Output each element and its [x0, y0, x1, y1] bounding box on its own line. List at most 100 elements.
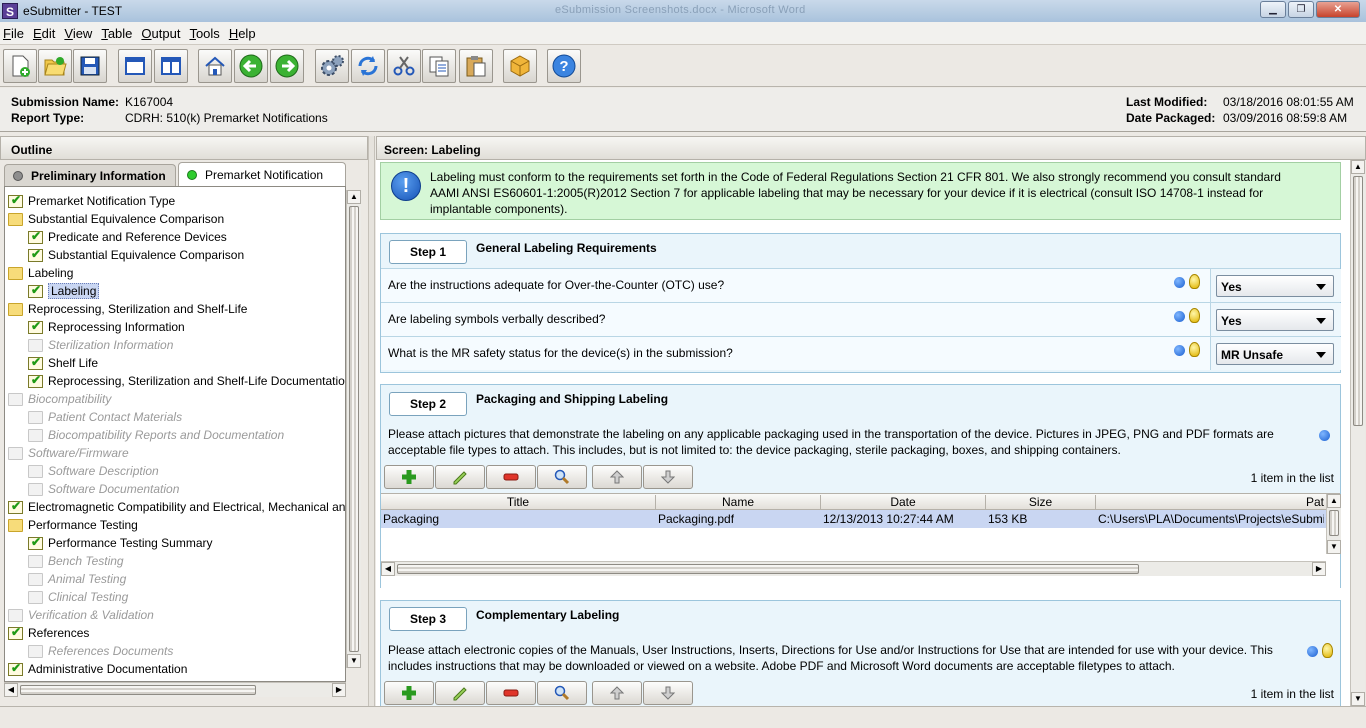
tree-item[interactable]: Premarket Notification Type [8, 192, 175, 210]
scroll-thumb[interactable] [20, 685, 256, 695]
move-up-button[interactable] [592, 681, 642, 705]
mr-safety-dropdown[interactable]: MR Unsafe [1216, 343, 1334, 365]
column-date[interactable]: Date [821, 495, 986, 510]
scroll-up-arrow-icon[interactable]: ▲ [1351, 160, 1365, 174]
column-title[interactable]: Title [381, 495, 656, 510]
close-button[interactable]: ✕ [1316, 1, 1360, 18]
table-vertical-scrollbar[interactable]: ▲ ▼ [1326, 494, 1341, 554]
view-attachment-button[interactable] [537, 681, 587, 705]
menu-help[interactable]: Help [229, 26, 256, 41]
help-icon[interactable]: ? [547, 49, 581, 83]
single-pane-icon[interactable] [118, 49, 152, 83]
tree-item[interactable]: Labeling [8, 264, 73, 282]
view-attachment-button[interactable] [537, 465, 587, 489]
settings-gears-icon[interactable] [315, 49, 349, 83]
outline-vertical-scrollbar[interactable]: ▲ ▼ [346, 190, 361, 668]
tree-item[interactable]: Reprocessing Information [28, 318, 185, 336]
scroll-right-arrow-icon[interactable]: ▶ [1312, 562, 1326, 576]
hint-lightbulb-icon[interactable] [1189, 308, 1200, 323]
scroll-up-arrow-icon[interactable]: ▲ [347, 190, 361, 204]
tree-item[interactable]: Administrative Documentation [8, 660, 187, 678]
scroll-thumb[interactable] [397, 564, 1139, 574]
menu-file[interactable]: File [3, 26, 24, 41]
screen-vertical-scrollbar[interactable]: ▲ ▼ [1350, 160, 1365, 706]
copy-icon[interactable] [422, 49, 456, 83]
scroll-right-arrow-icon[interactable]: ▶ [332, 683, 346, 697]
split-pane-icon[interactable] [154, 49, 188, 83]
scroll-up-arrow-icon[interactable]: ▲ [1327, 494, 1341, 508]
tree-item[interactable]: Reprocessing, Sterilization and Shelf-Li… [28, 372, 345, 390]
tree-item[interactable]: Performance Testing [8, 516, 138, 534]
table-row[interactable]: Packaging Packaging.pdf 12/13/2013 10:27… [381, 510, 1326, 528]
move-up-button[interactable] [592, 465, 642, 489]
tree-item-label: References [28, 626, 90, 640]
scroll-thumb[interactable] [1329, 510, 1339, 536]
cut-icon[interactable] [387, 49, 421, 83]
column-name[interactable]: Name [656, 495, 821, 510]
hint-lightbulb-icon[interactable] [1322, 643, 1333, 658]
info-dot-icon[interactable] [1174, 311, 1185, 322]
pane-splitter[interactable] [368, 136, 375, 706]
package-icon[interactable] [503, 49, 537, 83]
step-2-button[interactable]: Step 2 [389, 392, 467, 416]
remove-attachment-button[interactable] [486, 681, 536, 705]
tree-item[interactable]: Electromagnetic Compatibility and Electr… [8, 498, 345, 516]
menu-view[interactable]: View [64, 26, 92, 41]
move-down-button[interactable] [643, 465, 693, 489]
menu-tools[interactable]: Tools [189, 26, 219, 41]
tab-premarket-notification[interactable]: Premarket Notification [178, 162, 346, 186]
add-attachment-button[interactable] [384, 465, 434, 489]
paste-icon[interactable] [459, 49, 493, 83]
cell-title: Packaging [383, 512, 440, 526]
tree-item[interactable]: Substantial Equivalence Comparison [8, 210, 224, 228]
step-1-button[interactable]: Step 1 [389, 240, 467, 264]
maximize-button[interactable]: ❐ [1288, 1, 1314, 18]
remove-attachment-button[interactable] [486, 465, 536, 489]
tree-item[interactable]: Reprocessing, Sterilization and Shelf-Li… [8, 300, 247, 318]
new-document-icon[interactable] [3, 49, 37, 83]
scroll-down-arrow-icon[interactable]: ▼ [1351, 692, 1365, 706]
home-icon[interactable] [198, 49, 232, 83]
open-folder-icon[interactable] [38, 49, 72, 83]
symbols-described-dropdown[interactable]: Yes [1216, 309, 1334, 331]
scroll-thumb[interactable] [1353, 176, 1363, 426]
refresh-icon[interactable] [351, 49, 385, 83]
save-icon[interactable] [73, 49, 107, 83]
notice-line-2: AAMI ANSI ES60601-1:2005(R)2012 Section … [430, 186, 1264, 200]
otc-use-dropdown[interactable]: Yes [1216, 275, 1334, 297]
menu-edit[interactable]: Edit [33, 26, 55, 41]
forward-arrow-icon[interactable] [270, 49, 304, 83]
hint-lightbulb-icon[interactable] [1189, 274, 1200, 289]
scroll-left-arrow-icon[interactable]: ◀ [4, 683, 18, 697]
scroll-thumb[interactable] [349, 206, 359, 652]
tree-item[interactable]: Substantial Equivalence Comparison [28, 246, 244, 264]
move-down-button[interactable] [643, 681, 693, 705]
scroll-left-arrow-icon[interactable]: ◀ [381, 562, 395, 576]
step-3-button[interactable]: Step 3 [389, 607, 467, 631]
table-horizontal-scrollbar[interactable]: ◀ ▶ [381, 561, 1326, 576]
column-path[interactable]: Pat [1096, 495, 1326, 510]
tree-item[interactable]: Labeling [28, 282, 100, 300]
tree-item[interactable]: References [8, 624, 89, 642]
tab-preliminary-information[interactable]: Preliminary Information [4, 164, 176, 186]
hint-lightbulb-icon[interactable] [1189, 342, 1200, 357]
tree-item[interactable]: Shelf Life [28, 354, 98, 372]
menu-output[interactable]: Output [141, 26, 180, 41]
outline-horizontal-scrollbar[interactable]: ◀ ▶ [4, 682, 346, 697]
info-dot-icon[interactable] [1319, 430, 1330, 441]
edit-attachment-button[interactable] [435, 681, 485, 705]
info-dot-icon[interactable] [1307, 646, 1318, 657]
scroll-down-arrow-icon[interactable]: ▼ [347, 654, 361, 668]
add-attachment-button[interactable] [384, 681, 434, 705]
info-dot-icon[interactable] [1174, 345, 1185, 356]
minimize-button[interactable]: ▁ [1260, 1, 1286, 18]
scroll-down-arrow-icon[interactable]: ▼ [1327, 540, 1341, 554]
edit-attachment-button[interactable] [435, 465, 485, 489]
tree-item[interactable]: Performance Testing Summary [28, 534, 213, 552]
submission-name-label: Submission Name: [11, 95, 120, 109]
column-size[interactable]: Size [986, 495, 1096, 510]
back-arrow-icon[interactable] [234, 49, 268, 83]
menu-table[interactable]: Table [101, 26, 132, 41]
info-dot-icon[interactable] [1174, 277, 1185, 288]
tree-item[interactable]: Predicate and Reference Devices [28, 228, 227, 246]
